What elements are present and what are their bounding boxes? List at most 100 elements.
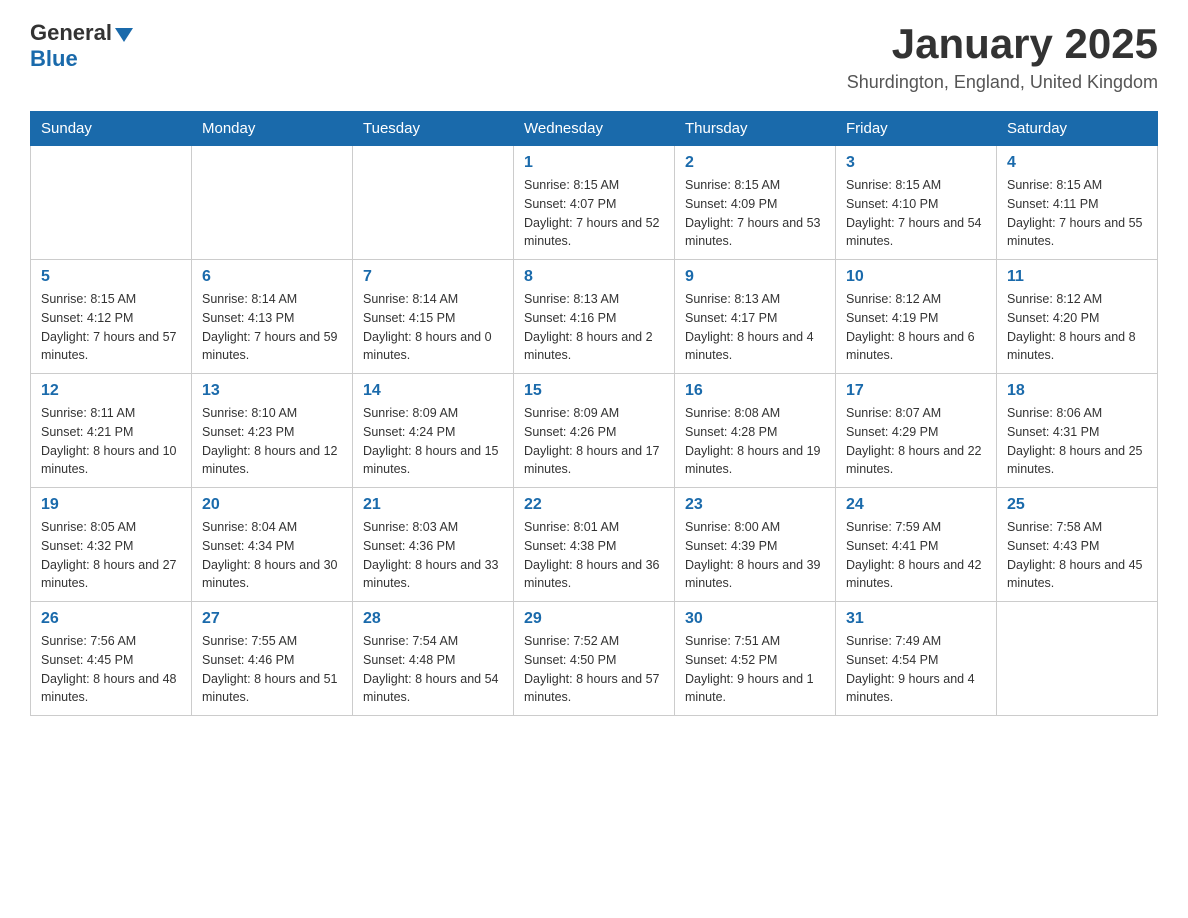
logo-blue-text: Blue xyxy=(30,46,78,71)
calendar-cell: 23Sunrise: 8:00 AM Sunset: 4:39 PM Dayli… xyxy=(675,488,836,602)
day-info: Sunrise: 8:12 AM Sunset: 4:20 PM Dayligh… xyxy=(1007,290,1147,365)
day-number: 5 xyxy=(41,268,181,286)
day-number: 28 xyxy=(363,610,503,628)
week-row-3: 12 Sunrise: 8:11 AM Sunset: 4:21 PM Dayli… xyxy=(31,374,1158,488)
calendar-cell: 21 Sunrise: 8:03 AM Sunset: 4:36 PM Dayli… xyxy=(353,488,514,602)
calendar-cell: 13 Sunrise: 8:10 AM Sunset: 4:23 PM Dayli… xyxy=(192,374,353,488)
calendar-table: SundayMondayTuesdayWednesdayThursdayFrid… xyxy=(30,111,1158,716)
day-info: Sunrise: 7:52 AM Sunset: 4:50 PM Dayligh… xyxy=(524,632,664,707)
title-block: January 2025 Shurdington, England, Unite… xyxy=(847,20,1158,93)
day-number: 29 xyxy=(524,610,664,628)
day-info: Sunrise: 8:14 AM Sunset: 4:13 PM Dayligh… xyxy=(202,290,342,365)
col-header-saturday: Saturday xyxy=(997,112,1158,146)
week-row-5: 26Sunrise: 7:56 AM Sunset: 4:45 PM Dayli… xyxy=(31,602,1158,716)
calendar-cell: 16 Sunrise: 8:08 AM Sunset: 4:28 PM Dayli… xyxy=(675,374,836,488)
day-number: 1 xyxy=(524,154,664,172)
calendar-cell: 28 Sunrise: 7:54 AM Sunset: 4:48 PM Dayli… xyxy=(353,602,514,716)
day-number: 26 xyxy=(41,610,181,628)
day-info: Sunrise: 8:15 AM Sunset: 4:12 PM Dayligh… xyxy=(41,290,181,365)
calendar-cell: 10Sunrise: 8:12 AM Sunset: 4:19 PM Dayli… xyxy=(836,260,997,374)
calendar-cell: 12 Sunrise: 8:11 AM Sunset: 4:21 PM Dayli… xyxy=(31,374,192,488)
header-row: SundayMondayTuesdayWednesdayThursdayFrid… xyxy=(31,112,1158,146)
day-info: Sunrise: 7:51 AM Sunset: 4:52 PM Dayligh… xyxy=(685,632,825,707)
calendar-cell: 8Sunrise: 8:13 AM Sunset: 4:16 PM Daylig… xyxy=(514,260,675,374)
col-header-monday: Monday xyxy=(192,112,353,146)
week-row-2: 5 Sunrise: 8:15 AM Sunset: 4:12 PM Daylig… xyxy=(31,260,1158,374)
calendar-cell xyxy=(997,602,1158,716)
day-number: 20 xyxy=(202,496,342,514)
day-info: Sunrise: 8:15 AM Sunset: 4:11 PM Dayligh… xyxy=(1007,176,1147,251)
day-number: 22 xyxy=(524,496,664,514)
week-row-1: 1 Sunrise: 8:15 AM Sunset: 4:07 PM Daylig… xyxy=(31,146,1158,260)
calendar-cell: 3 Sunrise: 8:15 AM Sunset: 4:10 PM Daylig… xyxy=(836,146,997,260)
day-info: Sunrise: 8:14 AM Sunset: 4:15 PM Dayligh… xyxy=(363,290,503,365)
day-number: 23 xyxy=(685,496,825,514)
day-number: 11 xyxy=(1007,268,1147,286)
day-info: Sunrise: 8:04 AM Sunset: 4:34 PM Dayligh… xyxy=(202,518,342,593)
page-header: General Blue January 2025 Shurdington, E… xyxy=(30,20,1158,93)
week-row-4: 19 Sunrise: 8:05 AM Sunset: 4:32 PM Dayli… xyxy=(31,488,1158,602)
day-number: 24 xyxy=(846,496,986,514)
day-number: 2 xyxy=(685,154,825,172)
calendar-cell: 22 Sunrise: 8:01 AM Sunset: 4:38 PM Dayli… xyxy=(514,488,675,602)
day-info: Sunrise: 8:06 AM Sunset: 4:31 PM Dayligh… xyxy=(1007,404,1147,479)
calendar-cell: 15 Sunrise: 8:09 AM Sunset: 4:26 PM Dayli… xyxy=(514,374,675,488)
day-number: 19 xyxy=(41,496,181,514)
day-info: Sunrise: 7:59 AM Sunset: 4:41 PM Dayligh… xyxy=(846,518,986,593)
day-info: Sunrise: 8:10 AM Sunset: 4:23 PM Dayligh… xyxy=(202,404,342,479)
day-info: Sunrise: 8:09 AM Sunset: 4:26 PM Dayligh… xyxy=(524,404,664,479)
day-info: Sunrise: 8:01 AM Sunset: 4:38 PM Dayligh… xyxy=(524,518,664,593)
calendar-cell: 1 Sunrise: 8:15 AM Sunset: 4:07 PM Daylig… xyxy=(514,146,675,260)
day-number: 3 xyxy=(846,154,986,172)
calendar-cell: 17Sunrise: 8:07 AM Sunset: 4:29 PM Dayli… xyxy=(836,374,997,488)
day-number: 7 xyxy=(363,268,503,286)
calendar-cell: 26Sunrise: 7:56 AM Sunset: 4:45 PM Dayli… xyxy=(31,602,192,716)
calendar-cell: 24 Sunrise: 7:59 AM Sunset: 4:41 PM Dayli… xyxy=(836,488,997,602)
day-number: 15 xyxy=(524,382,664,400)
day-number: 25 xyxy=(1007,496,1147,514)
calendar-cell: 2 Sunrise: 8:15 AM Sunset: 4:09 PM Daylig… xyxy=(675,146,836,260)
day-number: 8 xyxy=(524,268,664,286)
day-number: 13 xyxy=(202,382,342,400)
day-info: Sunrise: 7:49 AM Sunset: 4:54 PM Dayligh… xyxy=(846,632,986,707)
day-number: 30 xyxy=(685,610,825,628)
calendar-cell: 11 Sunrise: 8:12 AM Sunset: 4:20 PM Dayli… xyxy=(997,260,1158,374)
calendar-cell: 4Sunrise: 8:15 AM Sunset: 4:11 PM Daylig… xyxy=(997,146,1158,260)
logo: General Blue xyxy=(30,20,133,72)
day-number: 31 xyxy=(846,610,986,628)
day-info: Sunrise: 8:12 AM Sunset: 4:19 PM Dayligh… xyxy=(846,290,986,365)
calendar-cell: 9Sunrise: 8:13 AM Sunset: 4:17 PM Daylig… xyxy=(675,260,836,374)
calendar-subtitle: Shurdington, England, United Kingdom xyxy=(847,72,1158,93)
day-info: Sunrise: 7:54 AM Sunset: 4:48 PM Dayligh… xyxy=(363,632,503,707)
logo-general-text: General xyxy=(30,20,112,46)
day-info: Sunrise: 8:11 AM Sunset: 4:21 PM Dayligh… xyxy=(41,404,181,479)
calendar-cell xyxy=(31,146,192,260)
col-header-friday: Friday xyxy=(836,112,997,146)
day-info: Sunrise: 8:07 AM Sunset: 4:29 PM Dayligh… xyxy=(846,404,986,479)
calendar-cell: 27Sunrise: 7:55 AM Sunset: 4:46 PM Dayli… xyxy=(192,602,353,716)
day-number: 21 xyxy=(363,496,503,514)
day-info: Sunrise: 8:15 AM Sunset: 4:09 PM Dayligh… xyxy=(685,176,825,251)
logo-triangle-icon xyxy=(115,28,133,42)
day-number: 16 xyxy=(685,382,825,400)
col-header-sunday: Sunday xyxy=(31,112,192,146)
day-info: Sunrise: 7:55 AM Sunset: 4:46 PM Dayligh… xyxy=(202,632,342,707)
calendar-cell: 7 Sunrise: 8:14 AM Sunset: 4:15 PM Daylig… xyxy=(353,260,514,374)
col-header-wednesday: Wednesday xyxy=(514,112,675,146)
day-number: 12 xyxy=(41,382,181,400)
day-info: Sunrise: 8:13 AM Sunset: 4:17 PM Dayligh… xyxy=(685,290,825,365)
day-info: Sunrise: 8:08 AM Sunset: 4:28 PM Dayligh… xyxy=(685,404,825,479)
day-info: Sunrise: 8:15 AM Sunset: 4:07 PM Dayligh… xyxy=(524,176,664,251)
day-info: Sunrise: 8:03 AM Sunset: 4:36 PM Dayligh… xyxy=(363,518,503,593)
calendar-cell: 19 Sunrise: 8:05 AM Sunset: 4:32 PM Dayli… xyxy=(31,488,192,602)
calendar-cell: 20 Sunrise: 8:04 AM Sunset: 4:34 PM Dayli… xyxy=(192,488,353,602)
col-header-tuesday: Tuesday xyxy=(353,112,514,146)
calendar-cell: 30 Sunrise: 7:51 AM Sunset: 4:52 PM Dayli… xyxy=(675,602,836,716)
calendar-cell xyxy=(353,146,514,260)
calendar-header: SundayMondayTuesdayWednesdayThursdayFrid… xyxy=(31,112,1158,146)
calendar-cell: 5 Sunrise: 8:15 AM Sunset: 4:12 PM Daylig… xyxy=(31,260,192,374)
day-number: 6 xyxy=(202,268,342,286)
day-info: Sunrise: 8:15 AM Sunset: 4:10 PM Dayligh… xyxy=(846,176,986,251)
day-number: 18 xyxy=(1007,382,1147,400)
day-info: Sunrise: 8:05 AM Sunset: 4:32 PM Dayligh… xyxy=(41,518,181,593)
